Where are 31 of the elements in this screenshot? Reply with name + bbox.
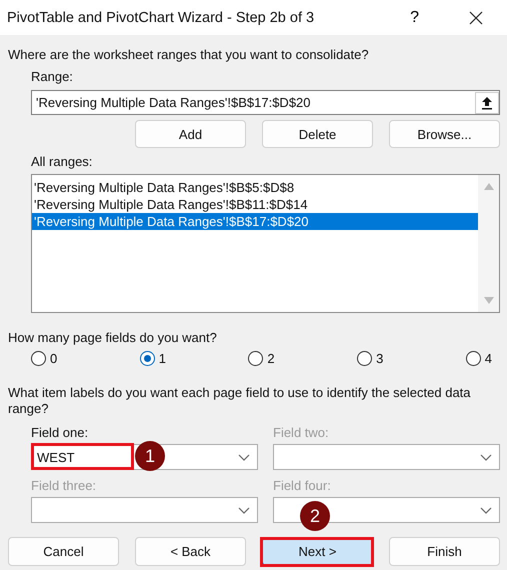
wizard-button[interactable]: Finish xyxy=(389,537,500,566)
caret-icon[interactable] xyxy=(238,506,250,514)
range-label: Range: xyxy=(31,69,74,85)
dropdown-field[interactable] xyxy=(273,497,500,523)
wizard-button[interactable]: < Back xyxy=(135,537,246,566)
prompt-text: How many page fields do you want? xyxy=(8,330,218,346)
upload-icon[interactable] xyxy=(475,92,499,114)
range-field[interactable]: 'Reversing Multiple Data Ranges'!$B$17:$D$20 xyxy=(31,90,500,115)
range-action-button[interactable]: Browse... xyxy=(389,120,500,148)
dropdown-field[interactable] xyxy=(273,444,500,470)
help-button[interactable]: ? xyxy=(410,8,419,26)
range-list-item[interactable]: 'Reversing Multiple Data Ranges'!$B$17:$D$20 xyxy=(32,213,478,230)
field-label: Field two: xyxy=(273,425,330,441)
field-label: Field four: xyxy=(273,478,332,494)
prompt-text: What item labels do you want each page field to use to identify the selected data range? xyxy=(8,385,472,417)
ranges-list[interactable]: 'Reversing Multiple Data Ranges'!$B$5:$D$8 'Reversing Multiple Data Ranges'!$B$11:$D$14 'Reversing Multiple Data Ranges'!$B$17:$D$20 xyxy=(31,174,500,313)
all-ranges-label: All ranges: xyxy=(31,154,94,170)
caret-icon[interactable] xyxy=(480,506,492,514)
range-list-item[interactable]: 'Reversing Multiple Data Ranges'!$B$11:$D$14 xyxy=(32,196,478,213)
range-action-button[interactable]: Add xyxy=(135,120,246,148)
dropdown-field[interactable] xyxy=(31,497,258,523)
prompt-text: Where are the worksheet ranges that you want to consolidate? xyxy=(8,47,370,63)
range-list-item[interactable]: 'Reversing Multiple Data Ranges'!$B$5:$D$8 xyxy=(32,179,478,196)
window-title: PivotTable and PivotChart Wizard - Step 2b of 3 xyxy=(7,10,316,26)
field-label: Field one: xyxy=(31,425,90,441)
wizard-button[interactable]: Cancel xyxy=(8,537,119,566)
field-label: Field three: xyxy=(31,478,98,494)
range-action-button[interactable]: Delete xyxy=(262,120,373,148)
caret-icon[interactable] xyxy=(480,454,492,460)
caret-icon[interactable] xyxy=(238,454,250,460)
close-icon[interactable] xyxy=(469,10,483,24)
